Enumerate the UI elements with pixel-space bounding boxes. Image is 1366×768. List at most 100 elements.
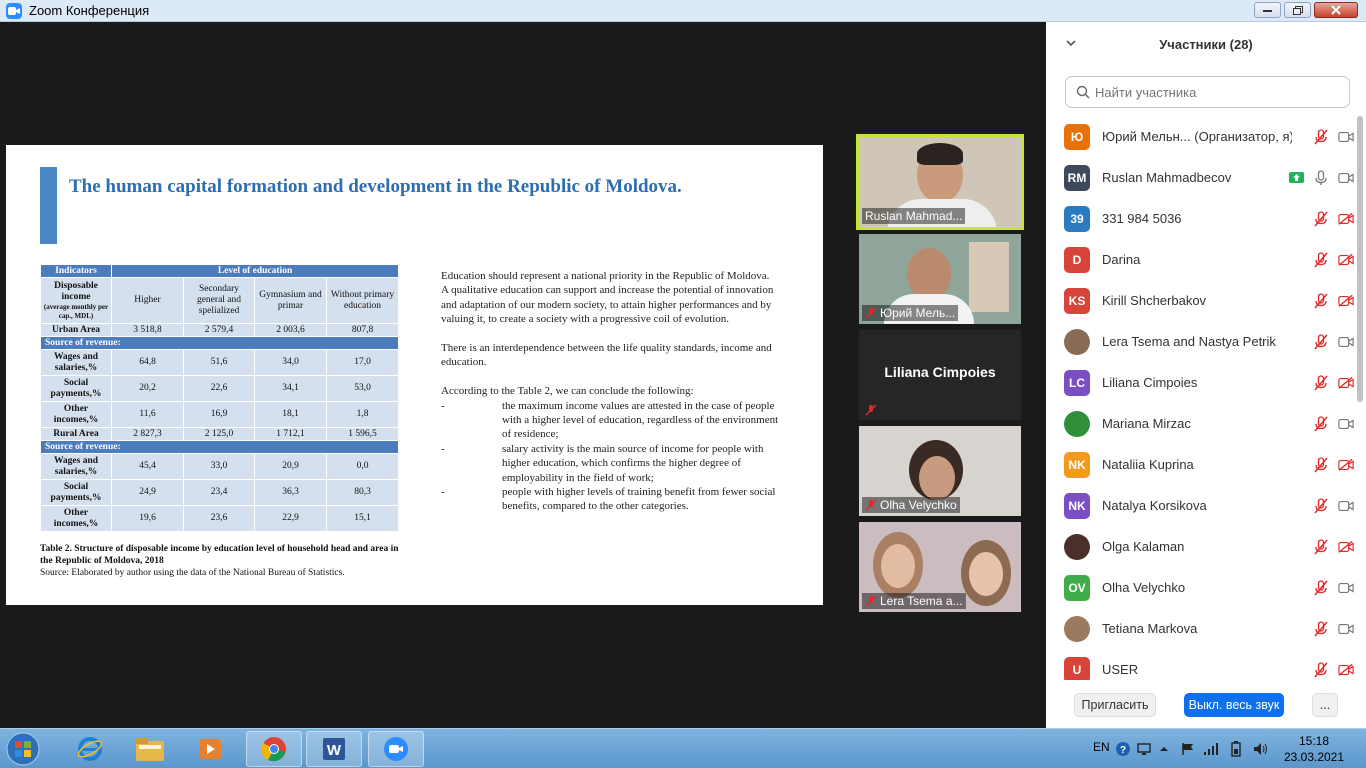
participant-row[interactable]: NK Nataliia Kuprina — [1046, 444, 1354, 485]
table-col-header: Secondary general and spelialized — [183, 277, 255, 324]
participant-row[interactable]: RM Ruslan Mahmadbecov — [1046, 157, 1354, 198]
mic-muted-icon[interactable] — [1313, 579, 1329, 596]
mic-muted-icon[interactable] — [1313, 251, 1329, 268]
shared-slide: The human capital formation and developm… — [6, 145, 823, 605]
video-tile[interactable]: Юрий Мель... — [859, 234, 1021, 324]
video-off-icon[interactable] — [1338, 252, 1354, 268]
participant-name: USER — [1102, 662, 1139, 677]
avatar: NK — [1064, 492, 1090, 519]
video-tile-active[interactable]: Ruslan Mahmad... — [856, 134, 1024, 230]
taskbar-zoom[interactable] — [368, 731, 424, 767]
video-off-icon[interactable] — [1338, 539, 1354, 555]
flag-icon[interactable] — [1180, 741, 1196, 757]
mic-muted-icon[interactable] — [1313, 415, 1329, 432]
avatar — [1064, 328, 1090, 355]
mic-muted-icon[interactable] — [1313, 538, 1329, 555]
participant-row[interactable]: D Darina — [1046, 239, 1354, 280]
participant-row[interactable]: Ю Юрий Мельн... (Организатор, я) — [1046, 116, 1354, 157]
taskbar-explorer[interactable] — [122, 731, 178, 767]
more-button[interactable]: ... — [1312, 693, 1338, 717]
avatar: KS — [1064, 287, 1090, 314]
battery-icon[interactable] — [1228, 741, 1244, 757]
participant-row[interactable]: 39 331 984 5036 — [1046, 198, 1354, 239]
media-player-icon — [199, 739, 221, 759]
participant-row[interactable]: Mariana Mirzac — [1046, 403, 1354, 444]
video-icon[interactable] — [1338, 580, 1354, 596]
search-input[interactable] — [1095, 84, 1335, 100]
video-tile[interactable]: Lera Tsema a... — [859, 522, 1021, 612]
video-tile[interactable]: Olha Velychko — [859, 426, 1021, 516]
participant-row[interactable]: Olga Kalaman — [1046, 526, 1354, 567]
table-caption: Table 2. Structure of disposable income … — [40, 543, 410, 579]
video-tile-label: Lera Tsema a... — [862, 593, 966, 609]
avatar — [1064, 615, 1090, 642]
taskbar-chrome[interactable] — [246, 731, 302, 767]
mic-muted-icon[interactable] — [1313, 128, 1329, 145]
caption-source: Source: Elaborated by author using the d… — [40, 568, 345, 578]
mic-muted-icon[interactable] — [1313, 661, 1329, 678]
slide-body-text: Education should represent a national pr… — [441, 269, 781, 514]
participant-row[interactable]: OV Olha Velychko — [1046, 567, 1354, 608]
mic-muted-icon — [865, 595, 877, 607]
video-icon[interactable] — [1338, 170, 1354, 186]
taskbar-word[interactable]: W — [306, 731, 362, 767]
participant-search[interactable] — [1065, 76, 1350, 108]
video-icon[interactable] — [1338, 416, 1354, 432]
video-off-icon[interactable] — [1338, 457, 1354, 473]
video-off-icon[interactable] — [1338, 211, 1354, 227]
video-icon[interactable] — [1338, 498, 1354, 514]
scrollbar-thumb[interactable] — [1357, 116, 1363, 402]
video-icon[interactable] — [1338, 334, 1354, 350]
mute-all-button[interactable]: Выкл. весь звук — [1184, 693, 1284, 717]
participant-row[interactable]: U USER — [1046, 649, 1354, 680]
participant-row[interactable]: NK Natalya Korsikova — [1046, 485, 1354, 526]
invite-button[interactable]: Пригласить — [1074, 693, 1156, 717]
video-icon[interactable] — [1338, 129, 1354, 145]
mic-icon[interactable] — [1313, 169, 1329, 186]
participant-row[interactable]: LC Liliana Cimpoies — [1046, 362, 1354, 403]
participant-row[interactable]: Lera Tsema and Nastya Petrik — [1046, 321, 1354, 362]
volume-icon[interactable] — [1252, 741, 1268, 757]
svg-text:?: ? — [1120, 745, 1126, 756]
video-off-icon[interactable] — [1338, 662, 1354, 678]
minimize-button[interactable] — [1254, 2, 1281, 18]
table-row: Source of revenue: — [39, 440, 400, 454]
mic-muted-icon[interactable] — [1313, 210, 1329, 227]
video-tile[interactable]: Liliana Cimpoies — [859, 330, 1021, 420]
chevron-down-icon[interactable] — [1064, 36, 1078, 50]
mic-muted-icon[interactable] — [1313, 456, 1329, 473]
table-row: Wages and salaries,% 64,8 51,6 34,0 17,0 — [40, 349, 400, 376]
chevron-up-icon[interactable] — [1156, 741, 1172, 757]
participant-name: Olga Kalaman — [1102, 539, 1185, 554]
network-icon[interactable] — [1203, 741, 1219, 757]
panel-footer: Пригласить Выкл. весь звук ... — [1046, 686, 1366, 724]
panel-title: Участники (28) — [1159, 36, 1253, 52]
start-button[interactable] — [3, 730, 43, 768]
mic-muted-icon[interactable] — [1313, 620, 1329, 637]
help-icon[interactable]: ? — [1115, 741, 1131, 757]
mic-muted-icon[interactable] — [1313, 497, 1329, 514]
language-indicator[interactable]: EN — [1093, 740, 1110, 754]
participant-row[interactable]: Tetiana Markova — [1046, 608, 1354, 649]
avatar: RM — [1064, 164, 1090, 191]
scrollbar[interactable] — [1356, 116, 1364, 676]
search-icon — [1076, 85, 1090, 99]
table-row: Other incomes,% 19,6 23,6 22,9 15,1 — [40, 505, 400, 532]
video-off-icon[interactable] — [1338, 375, 1354, 391]
restore-button[interactable] — [1284, 2, 1311, 18]
table-col-header: Higher — [111, 277, 184, 324]
taskbar-clock[interactable]: 15:18 23.03.2021 — [1281, 733, 1347, 765]
taskbar-ie[interactable] — [62, 731, 118, 767]
mic-muted-icon[interactable] — [1313, 292, 1329, 309]
windows-logo-icon — [6, 732, 40, 766]
close-button[interactable] — [1314, 2, 1358, 18]
participant-row[interactable]: KS Kirill Shcherbakov — [1046, 280, 1354, 321]
screen-icon[interactable] — [1136, 741, 1152, 757]
mic-muted-icon[interactable] — [1313, 333, 1329, 350]
mic-muted-icon[interactable] — [1313, 374, 1329, 391]
video-off-icon[interactable] — [1338, 293, 1354, 309]
avatar — [1064, 410, 1090, 437]
video-tile-label: Юрий Мель... — [862, 305, 959, 321]
taskbar-media[interactable] — [182, 731, 238, 767]
video-icon[interactable] — [1338, 621, 1354, 637]
